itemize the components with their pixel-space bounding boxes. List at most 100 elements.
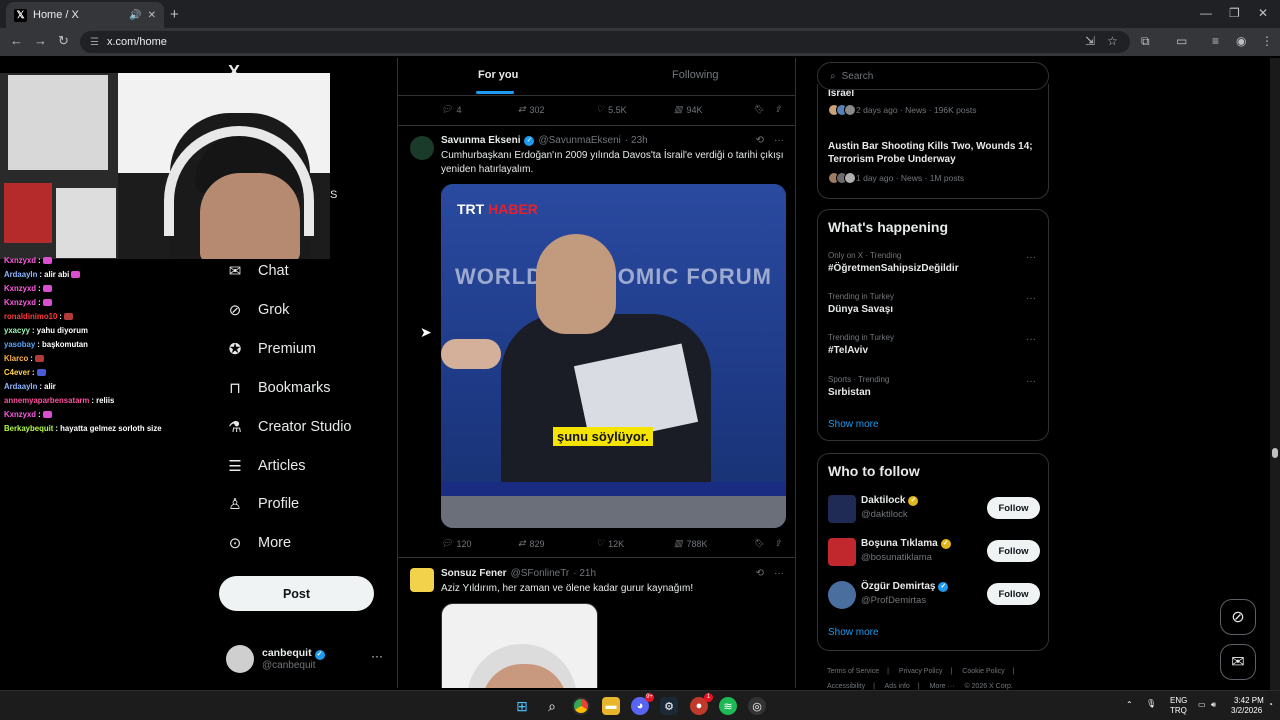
grok-icon[interactable]: ⟲ (756, 568, 764, 579)
media-controls-icon[interactable]: ≡ (1212, 34, 1219, 48)
profile-avatar-icon[interactable]: ◉ (1236, 34, 1246, 48)
trend-more-icon[interactable]: ··· (1026, 293, 1036, 304)
trend-name[interactable]: Sırbistan (828, 387, 871, 398)
account-switcher[interactable]: canbequit ✓ @canbequit ··· (226, 643, 386, 675)
close-icon[interactable]: ✕ (1258, 6, 1268, 20)
tweet-avatar[interactable] (410, 568, 434, 592)
tweet-image[interactable] (441, 603, 598, 688)
menu-kebab-icon[interactable]: ⋮ (1261, 34, 1273, 48)
network-icon[interactable]: ▭ (1198, 700, 1206, 709)
trend-more-icon[interactable]: ··· (1026, 376, 1036, 387)
footer-link[interactable]: More ··· (930, 683, 955, 690)
avatar[interactable] (828, 581, 856, 609)
trend-name[interactable]: Dünya Savaşı (828, 304, 893, 315)
post-button[interactable]: Post (219, 576, 374, 611)
news-title[interactable]: Austin Bar Shooting Kills Two, Wounds 14… (828, 140, 1040, 166)
reply-button[interactable]: 💬︎ 4 (441, 104, 461, 115)
new-tab-button[interactable]: + (170, 6, 179, 23)
footer-link[interactable]: Terms of Service (827, 668, 879, 675)
chrome-icon[interactable] (572, 697, 590, 715)
messages-float-button[interactable]: ✉ (1220, 644, 1256, 680)
nav-item-creator-studio[interactable]: ⚗ Creator Studio (226, 412, 351, 442)
reply-button[interactable]: 💬︎ 120 (441, 538, 471, 549)
trend-name[interactable]: #ÖğretmenSahipsizDeğildir (828, 263, 959, 274)
speaker-icon[interactable]: 🔊 (129, 10, 141, 21)
lang-top[interactable]: ENG (1170, 696, 1187, 705)
spotify-icon[interactable]: ≋ (719, 697, 737, 715)
bookmark-button[interactable]: 🔖︎ (753, 104, 764, 115)
minimize-icon[interactable]: — (1200, 6, 1212, 20)
tweet-avatar[interactable] (410, 136, 434, 160)
follow-button[interactable]: Follow (987, 540, 1040, 562)
avatar[interactable] (828, 495, 856, 523)
grok-icon[interactable]: ⟲ (756, 135, 764, 146)
trend-more-icon[interactable]: ··· (1026, 334, 1036, 345)
tweet-author-name[interactable]: Savunma Ekseni (441, 135, 520, 146)
nav-item-premium[interactable]: ✪ Premium (226, 334, 316, 364)
nav-item-grok[interactable]: ⊘ Grok (226, 295, 290, 325)
footer-link[interactable]: Cookie Policy (962, 668, 1004, 675)
views-button[interactable]: ▥ 94K (674, 104, 703, 115)
follow-button[interactable]: Follow (987, 583, 1040, 605)
tweet-author-handle[interactable]: @SFonlineTr (511, 568, 570, 579)
suggested-account-name[interactable]: Daktilock ✓ (861, 495, 919, 506)
nav-item-chat[interactable]: ✉ Chat (226, 256, 289, 286)
tab-following[interactable]: Following (672, 69, 718, 81)
install-app-icon[interactable]: ⇲ (1085, 34, 1095, 48)
scrollbar-thumb[interactable] (1272, 448, 1278, 458)
tweet-video[interactable]: WORLD ECONOMIC FORUM TRT HABER şunu söyl… (441, 184, 786, 528)
nav-item-bookmarks[interactable]: ⊓ Bookmarks (226, 373, 330, 403)
follow-button[interactable]: Follow (987, 497, 1040, 519)
clock-time[interactable]: 3:42 PM (1234, 696, 1264, 705)
browser-tab[interactable]: 𝕏 Home / X 🔊 ✕ (6, 2, 164, 28)
windows-start-icon[interactable]: ⊞ (513, 697, 531, 715)
tweet-author-name[interactable]: Sonsuz Fener (441, 568, 507, 579)
address-bar[interactable]: ☰ x.com/home (80, 31, 1130, 53)
tweet-more-icon[interactable]: ··· (774, 568, 784, 579)
tweet-time[interactable]: · 21h (573, 568, 596, 579)
show-more-link[interactable]: Show more (828, 419, 879, 430)
tweet-time[interactable]: · 23h (625, 135, 648, 146)
volume-icon[interactable]: 🔊︎ (1211, 700, 1216, 710)
tweet[interactable]: Savunma Ekseni ✓ @SavunmaEkseni · 23h ⟲ … (398, 126, 795, 558)
repost-button[interactable]: ⇄ 302 (518, 104, 545, 115)
trend-name[interactable]: #TelAviv (828, 345, 868, 356)
steam-icon[interactable]: ⚙ (660, 697, 678, 715)
clock-date[interactable]: 3/2/2026 (1231, 706, 1262, 715)
search-input[interactable]: ⌕ Search (817, 62, 1049, 90)
tweet-more-icon[interactable]: ··· (774, 135, 784, 146)
tab-for-you[interactable]: For you (478, 69, 518, 81)
account-more-icon[interactable]: ··· (371, 649, 383, 663)
avatar[interactable] (828, 538, 856, 566)
tab-close-icon[interactable]: ✕ (148, 10, 156, 21)
scrollbar[interactable] (1270, 58, 1280, 690)
file-explorer-icon[interactable]: ▬ (602, 697, 620, 715)
site-info-icon[interactable]: ☰ (90, 37, 99, 48)
bookmark-star-icon[interactable]: ☆ (1107, 34, 1118, 48)
footer-link[interactable]: Ads info (885, 683, 910, 690)
trend-more-icon[interactable]: ··· (1026, 252, 1036, 263)
show-more-link[interactable]: Show more (828, 627, 879, 638)
sidepanel-icon[interactable]: ▭ (1176, 34, 1187, 48)
extensions-icon[interactable]: ⧉ (1141, 34, 1150, 49)
search-icon[interactable]: ⌕ (543, 697, 561, 715)
grok-float-button[interactable]: ⊘ (1220, 599, 1256, 635)
like-button[interactable]: ♡ 5.5K (596, 104, 627, 115)
reload-icon[interactable]: ↻ (58, 33, 69, 49)
back-icon[interactable]: ← (10, 33, 23, 48)
tweet-author-handle[interactable]: @SavunmaEkseni (538, 135, 620, 146)
share-button[interactable]: ⇪ (774, 104, 782, 115)
footer-link[interactable]: Privacy Policy (899, 668, 943, 675)
views-button[interactable]: ▥ 788K (674, 538, 708, 549)
forward-icon[interactable]: → (34, 33, 47, 48)
share-button[interactable]: ⇪ (774, 538, 782, 549)
notification-icon[interactable]: ◔ (1268, 700, 1273, 709)
nav-item-more[interactable]: ⊙ More (226, 528, 291, 558)
tray-chevron-icon[interactable]: ⌃ (1126, 700, 1133, 709)
microphone-icon[interactable]: 🎙︎ (1146, 699, 1156, 708)
app-icon[interactable]: ● 1 (690, 693, 713, 715)
bookmark-button[interactable]: 🔖︎ (753, 538, 764, 549)
footer-link[interactable]: Accessibility (827, 683, 865, 690)
nav-item-profile[interactable]: ♙ Profile (226, 489, 299, 519)
lang-bottom[interactable]: TRQ (1170, 706, 1187, 715)
